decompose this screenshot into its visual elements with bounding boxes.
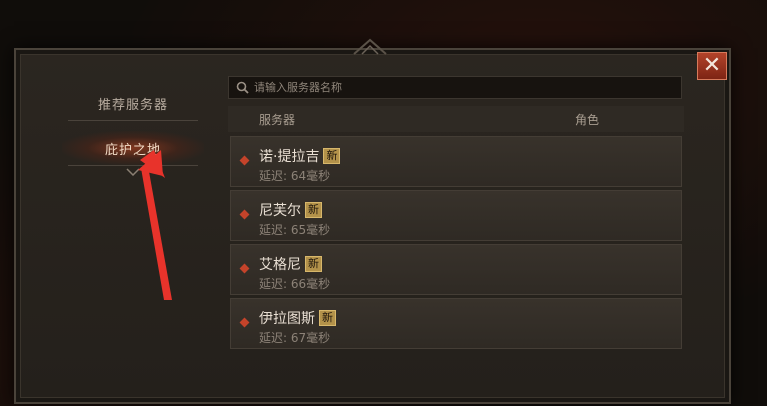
latency-value: 67毫秒 bbox=[290, 331, 331, 345]
chevron-down-icon bbox=[62, 168, 204, 176]
diamond-icon bbox=[239, 317, 250, 328]
sidebar-divider bbox=[68, 165, 198, 166]
search-input[interactable] bbox=[252, 80, 681, 95]
new-badge: 新 bbox=[305, 256, 322, 272]
table-header: 服务器 角色 bbox=[228, 106, 684, 132]
search-bar[interactable] bbox=[228, 76, 682, 99]
column-header-server: 服务器 bbox=[259, 112, 296, 127]
server-row[interactable]: 伊拉图斯 新 延迟: 67毫秒 bbox=[230, 298, 682, 349]
sidebar-item-label: 庇护之地 bbox=[104, 142, 161, 158]
sidebar-item-recommended[interactable]: 推荐服务器 bbox=[62, 86, 204, 120]
server-latency: 延迟: 67毫秒 bbox=[259, 329, 330, 346]
latency-value: 64毫秒 bbox=[290, 169, 331, 183]
new-badge: 新 bbox=[305, 202, 322, 218]
search-icon bbox=[232, 81, 252, 94]
diamond-icon bbox=[239, 209, 250, 220]
latency-label: 延迟: bbox=[259, 277, 288, 291]
server-row[interactable]: 艾格尼 新 延迟: 66毫秒 bbox=[230, 244, 682, 295]
server-latency: 延迟: 66毫秒 bbox=[259, 275, 330, 292]
diamond-icon bbox=[239, 263, 250, 274]
server-latency: 延迟: 64毫秒 bbox=[259, 167, 330, 184]
server-sidebar: 推荐服务器 庇护之地 bbox=[62, 86, 204, 176]
server-latency: 延迟: 65毫秒 bbox=[259, 221, 330, 238]
latency-value: 66毫秒 bbox=[290, 277, 331, 291]
crest-ornament-icon bbox=[353, 38, 387, 55]
server-row[interactable]: 尼芙尔 新 延迟: 65毫秒 bbox=[230, 190, 682, 241]
server-row[interactable]: 诺·提拉吉 新 延迟: 64毫秒 bbox=[230, 136, 682, 187]
new-badge: 新 bbox=[323, 148, 341, 164]
latency-value: 65毫秒 bbox=[290, 223, 331, 237]
latency-label: 延迟: bbox=[259, 223, 288, 237]
column-header-role: 角色 bbox=[575, 112, 600, 127]
server-name: 尼芙尔 bbox=[259, 203, 301, 219]
new-badge: 新 bbox=[319, 310, 336, 326]
diamond-icon bbox=[239, 155, 250, 166]
sidebar-divider bbox=[68, 120, 198, 121]
server-list: 诺·提拉吉 新 延迟: 64毫秒 尼芙尔 新 延迟: 65毫秒 艾格尼 新 延迟: 6… bbox=[230, 136, 682, 352]
server-name: 艾格尼 bbox=[259, 257, 301, 273]
latency-label: 延迟: bbox=[259, 169, 288, 183]
close-button[interactable]: ✕ bbox=[697, 52, 727, 80]
server-name: 伊拉图斯 bbox=[259, 311, 315, 327]
server-name: 诺·提拉吉 bbox=[259, 149, 320, 165]
close-icon: ✕ bbox=[702, 53, 722, 78]
sidebar-item-sanctuary[interactable]: 庇护之地 bbox=[62, 131, 204, 165]
sidebar-item-label: 推荐服务器 bbox=[97, 97, 168, 113]
latency-label: 延迟: bbox=[259, 331, 288, 345]
